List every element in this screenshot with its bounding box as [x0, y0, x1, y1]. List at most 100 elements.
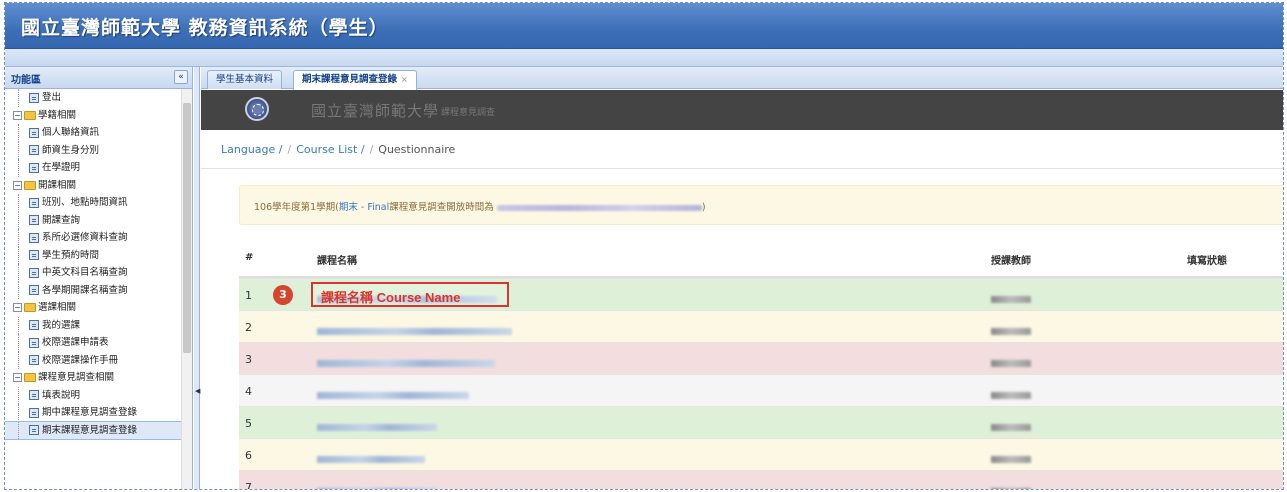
notice-alert: 106學年度第1學期(期末 - Final課程意見調查開放時間為 )	[239, 185, 1283, 225]
sidebar-item[interactable]: 中英文科目名稱查詢	[5, 264, 181, 282]
sidebar-item[interactable]: 各學期開課名稱查詢	[5, 281, 181, 300]
sidebar-item-label: 開課查詢	[42, 214, 81, 226]
redaction-blur	[317, 423, 437, 431]
sidebar-item-label: 課程意見調查相關	[38, 372, 115, 383]
table-row[interactable]: 6	[239, 438, 1283, 470]
sidebar-item[interactable]: 系所必選修資料查詢	[5, 229, 181, 247]
row-num: 6	[245, 449, 252, 462]
redaction-blur	[991, 487, 1031, 489]
table-row[interactable]: 7	[239, 470, 1283, 489]
teacher-name-redacted	[991, 388, 1031, 401]
sidebar-item[interactable]: − 學籍相關	[5, 107, 181, 125]
banner-subbar	[5, 49, 1283, 67]
sidebar-title: 功能區	[11, 75, 41, 86]
page-icon	[29, 267, 39, 278]
table-header: # 課程名稱 授課教師 填寫狀態	[239, 242, 1283, 278]
folder-icon	[24, 180, 36, 190]
collapse-toggle-icon[interactable]: −	[13, 180, 22, 190]
course-name-redacted[interactable]	[317, 324, 512, 337]
page-icon	[29, 215, 39, 225]
collapse-toggle-icon[interactable]: −	[13, 303, 22, 312]
course-name-redacted[interactable]	[317, 388, 469, 401]
sidebar-item[interactable]: − 開課相關	[5, 177, 181, 195]
sidebar-item[interactable]: − 選課相關	[5, 299, 181, 317]
notice-text: 106學年度第1學期(期末 - Final課程意見調查開放時間為 )	[254, 199, 706, 213]
row-num: 2	[245, 321, 252, 334]
notice-end: )	[701, 202, 706, 213]
sidebar-item-label: 填表說明	[42, 389, 81, 401]
course-name-redacted[interactable]	[317, 452, 425, 465]
sidebar-scrollbar-thumb[interactable]	[183, 103, 191, 353]
collapse-toggle-icon[interactable]: −	[13, 110, 22, 120]
survey-header: 國立臺灣師範大學 課程意見調查	[201, 90, 1283, 130]
row-num: 3	[245, 353, 252, 366]
sidebar-tree: 登出 − 學籍相關個人聯絡資訊師資生身分別 在學證明 − 開課相關班別、地點時間資訊 開課查…	[5, 89, 181, 489]
school-name: 國立臺灣師範大學	[311, 102, 440, 120]
sidebar-item[interactable]: 個人聯絡資訊	[5, 124, 181, 142]
sidebar-item[interactable]: 期末課程意見調查登錄	[5, 420, 181, 440]
sidebar-item[interactable]: 期中課程意見調查登錄	[5, 404, 181, 422]
redaction-blur	[991, 455, 1031, 463]
annotation-label: 課程名稱 Course Name	[321, 290, 461, 305]
sidebar-item[interactable]: − 課程意見調查相關	[5, 369, 181, 387]
breadcrumb-course-list[interactable]: Course List /	[296, 143, 364, 156]
table-row[interactable]: 2	[239, 310, 1283, 342]
panel-splitter[interactable]: ◀	[194, 67, 200, 489]
sidebar-item[interactable]: 登出	[5, 89, 181, 107]
row-num: 4	[245, 385, 252, 398]
school-subtitle: 課程意見調查	[441, 108, 496, 118]
table-row[interactable]: 1 3 課程名稱 Course Name	[239, 278, 1283, 310]
table-row[interactable]: 4	[239, 374, 1283, 406]
sidebar-item[interactable]: 師資生身分別	[5, 141, 181, 160]
sidebar-item[interactable]: 校際選課申請表	[5, 334, 181, 352]
breadcrumb-separator: /	[287, 143, 292, 156]
splitter-arrow-icon[interactable]: ◀	[195, 387, 200, 395]
sidebar-item-label: 各學期開課名稱查詢	[42, 284, 128, 296]
page-icon	[29, 337, 39, 348]
sidebar-item[interactable]: 開課查詢	[5, 211, 181, 230]
collapse-sidebar-icon[interactable]: «	[174, 70, 188, 84]
sidebar-item-label: 我的選課	[42, 319, 81, 331]
course-name-redacted[interactable]	[317, 420, 437, 433]
sidebar-item[interactable]: 學生預約時間	[5, 246, 181, 265]
sidebar-item[interactable]: 我的選課	[5, 316, 181, 335]
sidebar-item-label: 師資生身分別	[42, 144, 100, 156]
redaction-blur	[317, 391, 469, 399]
tab-final-survey[interactable]: 期末課程意見調查登錄 ×	[293, 70, 417, 90]
sidebar-item[interactable]: 填表說明	[5, 386, 181, 405]
sidebar: 功能區 « 登出 − 學籍相關個人聯絡資訊師資生身分別 在學證明 − 開課相關班別、地點時…	[5, 67, 193, 489]
page-icon	[29, 285, 39, 295]
course-name-redacted[interactable]	[317, 356, 495, 369]
breadcrumb-language[interactable]: Language /	[221, 143, 283, 156]
sidebar-item-label: 選課相關	[38, 302, 77, 313]
teacher-name-redacted	[991, 452, 1031, 465]
sidebar-item-label: 期中課程意見調查登錄	[42, 407, 138, 418]
folder-icon	[24, 110, 36, 120]
teacher-name-redacted	[991, 484, 1031, 489]
collapse-toggle-icon[interactable]: −	[13, 373, 22, 382]
sidebar-item-label: 班別、地點時間資訊	[42, 197, 128, 208]
app-frame: 國立臺灣師範大學 教務資訊系統（學生） 功能區 « 登出 − 學籍相關個人聯絡資訊師…	[4, 2, 1284, 490]
sidebar-item-label: 在學證明	[42, 162, 81, 173]
row-num: 5	[245, 417, 252, 430]
table-row[interactable]: 3	[239, 342, 1283, 374]
page-icon	[29, 127, 39, 138]
tab-student-info[interactable]: 學生基本資料	[207, 70, 283, 89]
sidebar-item-label: 學生預約時間	[42, 249, 100, 261]
sidebar-item-label: 學籍相關	[38, 109, 77, 121]
sidebar-item[interactable]: 班別、地點時間資訊	[5, 194, 181, 212]
course-name-redacted[interactable]	[317, 484, 437, 489]
app-title: 國立臺灣師範大學 教務資訊系統（學生）	[21, 17, 389, 39]
sidebar-item[interactable]: 在學證明	[5, 159, 181, 177]
redaction-blur	[991, 327, 1031, 335]
close-tab-icon[interactable]: ×	[401, 75, 408, 84]
table-row[interactable]: 5	[239, 406, 1283, 438]
sidebar-scrollbar[interactable]	[181, 89, 192, 489]
teacher-name-redacted	[991, 420, 1031, 433]
page-icon	[29, 407, 39, 418]
redaction-blur	[991, 359, 1031, 367]
page-icon	[29, 425, 39, 435]
page-icon	[29, 250, 39, 260]
redaction-blur	[317, 487, 437, 489]
sidebar-item[interactable]: 校際選課操作手冊	[5, 351, 181, 370]
